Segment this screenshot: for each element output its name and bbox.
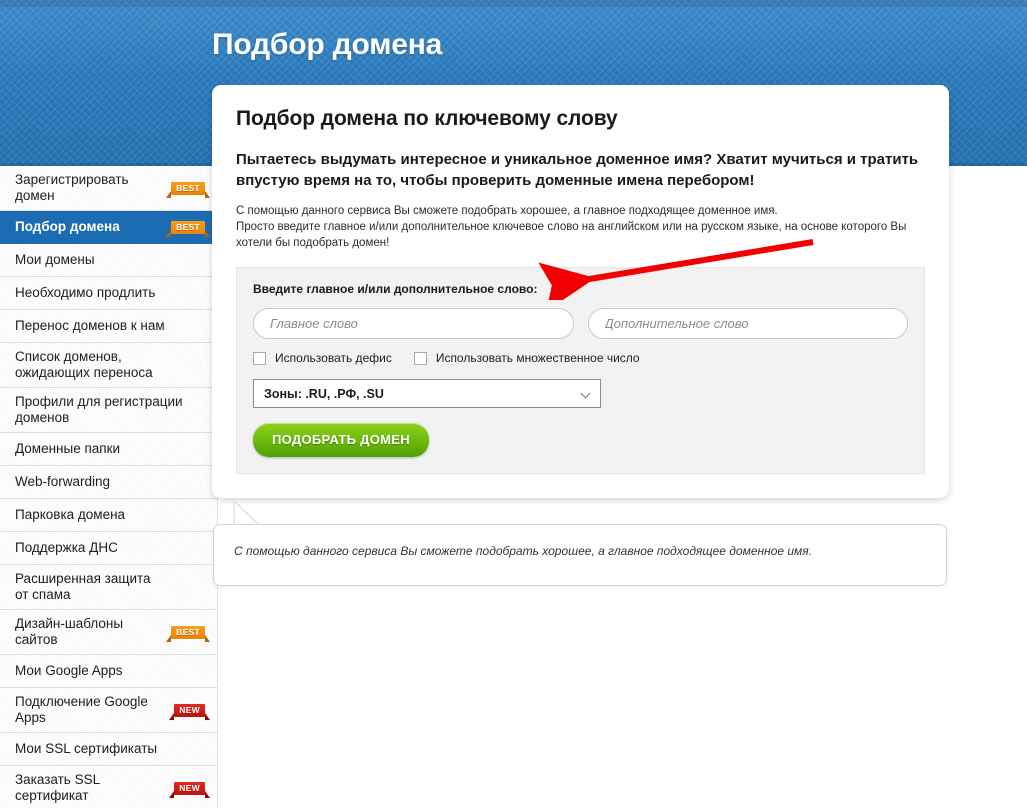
checkbox-box-hyphen[interactable] [253, 351, 266, 365]
sidebar-item-label: Дизайн-шаблоны сайтов [15, 616, 124, 647]
form-instruction-label: Введите главное и/или дополнительное сло… [253, 282, 538, 296]
extra-word-input[interactable] [587, 308, 908, 339]
sidebar-item-label: Заказать SSL сертификат [15, 772, 100, 803]
sidebar-nav: Зарегистрировать домен BEST Подбор домена B… [0, 166, 233, 808]
sidebar-item-label: Подключение Google Apps [15, 694, 148, 725]
sidebar-item-мои-ssl-сертификаты[interactable]: Мои SSL сертификаты [0, 733, 217, 766]
sidebar-item-подбор-домена[interactable]: Подбор домена BEST [0, 211, 233, 244]
main-word-input[interactable] [253, 308, 574, 339]
domain-search-card: Подбор домена по ключевому слову Пытаете… [212, 85, 949, 498]
header-top-rule [0, 0, 1027, 7]
sidebar-item-подключение-google-apps[interactable]: Подключение Google Apps NEW [0, 688, 217, 733]
sidebar-item-label: Web-forwarding [15, 474, 111, 489]
sidebar-item-label: Мои домены [15, 252, 95, 267]
badge-best-icon: BEST [166, 625, 210, 642]
sidebar-item-label: Расширенная защита от спама [15, 571, 151, 602]
badge-new-icon: NEW [169, 781, 210, 798]
page-root: Подбор домена Зарегистрировать домен BEST… [0, 0, 1027, 808]
find-domain-button[interactable]: ПОДОБРАТЬ ДОМЕН [253, 423, 429, 457]
sidebar-item-label: Парковка домена [15, 507, 126, 522]
use-hyphen-checkbox[interactable]: Использовать дефис [253, 351, 392, 365]
zones-select[interactable]: Зоны: .RU, .РФ, .SU [253, 379, 601, 408]
page-title: Подбор домена [212, 28, 443, 61]
sidebar-item-список-доменов-ожидающих-переноса[interactable]: Список доменов, ожидающих переноса [0, 343, 217, 388]
help-callout-text: С помощью данного сервиса Вы сможете под… [234, 544, 813, 558]
card-lead-text: Пытаетесь выдумать интересное и уникальн… [236, 151, 919, 189]
options-row: Использовать дефис Использовать множеств… [253, 351, 908, 365]
sidebar-item-web-forwarding[interactable]: Web-forwarding [0, 466, 217, 499]
badge-new-icon: NEW [169, 703, 210, 720]
badge-best-icon: BEST [166, 181, 210, 198]
badge-best-icon: BEST [166, 220, 210, 237]
keyword-input-row [253, 308, 908, 339]
sidebar-item-label: Подбор домена [15, 219, 120, 234]
sidebar-item-мои-домены[interactable]: Мои домены [0, 244, 217, 277]
sidebar-item-перенос-доменов-к-нам[interactable]: Перенос доменов к нам [0, 310, 217, 343]
sidebar-item-расширенная-защита-от-спама[interactable]: Расширенная защита от спама [0, 565, 217, 610]
sidebar-item-label: Необходимо продлить [15, 285, 156, 300]
zones-select-wrapper: Зоны: .RU, .РФ, .SU [253, 379, 601, 408]
help-callout: С помощью данного сервиса Вы сможете под… [213, 524, 947, 586]
sidebar-item-label: Профили для регистрации доменов [15, 394, 183, 425]
sidebar-item-необходимо-продлить[interactable]: Необходимо продлить [0, 277, 217, 310]
sidebar-item-доменные-папки[interactable]: Доменные папки [0, 433, 217, 466]
sidebar-item-label: Поддержка ДНС [15, 540, 118, 555]
sidebar-item-парковка-домена[interactable]: Парковка домена [0, 499, 217, 532]
sidebar-item-label: Список доменов, ожидающих переноса [15, 349, 153, 380]
sidebar-item-мои-google-apps[interactable]: Мои Google Apps [0, 655, 217, 688]
sidebar-item-label: Доменные папки [15, 441, 121, 456]
sidebar-item-label: Мои Google Apps [15, 663, 123, 678]
sidebar-item-label: Мои SSL сертификаты [15, 741, 158, 756]
callout-tail [233, 501, 259, 525]
sidebar-item-label: Зарегистрировать домен [15, 172, 129, 203]
sidebar-item-дизайн-шаблоны-сайтов[interactable]: Дизайн-шаблоны сайтов BEST [0, 610, 217, 655]
sidebar-item-профили-для-регистрации-доменов[interactable]: Профили для регистрации доменов [0, 388, 217, 433]
sidebar-item-label: Перенос доменов к нам [15, 318, 165, 333]
sidebar-item-зарегистрировать-домен[interactable]: Зарегистрировать домен BEST [0, 166, 217, 211]
checkbox-box-plural[interactable] [413, 351, 427, 365]
use-plural-checkbox[interactable]: Использовать множественное число [413, 351, 640, 365]
use-plural-label: Использовать множественное число [435, 351, 640, 365]
card-description: С помощью данного сервиса Вы сможете под… [236, 205, 907, 249]
use-hyphen-label: Использовать дефис [275, 351, 392, 365]
sidebar-item-поддержка-днс[interactable]: Поддержка ДНС [0, 532, 217, 565]
domain-search-form: Введите главное и/или дополнительное сло… [236, 267, 925, 474]
sidebar-item-заказать-ssl-сертификат[interactable]: Заказать SSL сертификат NEW [0, 766, 217, 808]
card-heading: Подбор домена по ключевому слову [236, 107, 618, 130]
